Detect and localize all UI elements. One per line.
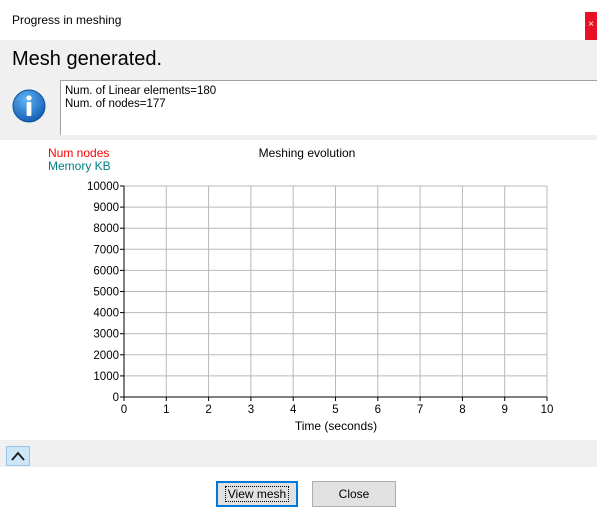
y-tick-label: 8000 xyxy=(93,223,119,235)
y-tick-label: 7000 xyxy=(93,244,119,256)
view-mesh-label: View mesh xyxy=(224,486,290,502)
legend-entry: Memory KB xyxy=(48,159,111,173)
close-icon: × xyxy=(588,19,594,30)
info-icon xyxy=(12,89,46,123)
x-tick-label: 9 xyxy=(501,404,507,416)
y-tick-label: 2000 xyxy=(93,350,119,362)
message-line: Num. of Linear elements=180 xyxy=(65,85,217,97)
x-tick-label: 4 xyxy=(290,404,297,416)
x-tick-label: 0 xyxy=(121,404,127,416)
y-tick-label: 5000 xyxy=(93,287,119,299)
y-tick-label: 9000 xyxy=(93,202,119,214)
close-window-button[interactable]: × xyxy=(585,12,597,40)
message-line: Num. of nodes=177 xyxy=(65,98,166,110)
view-mesh-button[interactable]: View mesh xyxy=(216,481,298,507)
x-tick-label: 5 xyxy=(332,404,338,416)
x-axis-label: Time (seconds) xyxy=(295,419,377,433)
message-box: Num. of Linear elements=180 Num. of node… xyxy=(60,80,597,135)
x-tick-label: 8 xyxy=(459,404,465,416)
close-button[interactable]: Close xyxy=(312,481,396,507)
y-tick-label: 0 xyxy=(113,392,119,404)
chart-title: Meshing evolution xyxy=(259,146,356,160)
x-tick-label: 6 xyxy=(375,404,381,416)
y-tick-label: 1000 xyxy=(93,371,119,383)
collapse-button[interactable] xyxy=(6,446,30,466)
legend-entry: Num nodes xyxy=(48,146,109,160)
chevron-up-icon xyxy=(11,451,25,461)
chart-svg: 0100020003000400050006000700080009000100… xyxy=(48,146,554,433)
title-bar: Progress in meshing × xyxy=(0,0,597,40)
x-tick-label: 3 xyxy=(248,404,254,416)
x-tick-label: 1 xyxy=(163,404,169,416)
meshing-evolution-chart: 0 1000 2000 3000 4000 5000 6000 7000 8000 9000 100… xyxy=(0,140,597,440)
y-tick-label: 3000 xyxy=(93,329,119,341)
y-tick-label: 4000 xyxy=(93,308,119,320)
y-tick-label: 10000 xyxy=(87,181,119,193)
x-tick-label: 7 xyxy=(417,404,423,416)
status-heading: Mesh generated. xyxy=(12,48,163,70)
dialog-panel: Mesh generated. Num. of Linear elements=… xyxy=(0,40,597,467)
x-tick-label: 2 xyxy=(205,404,211,416)
window-title: Progress in meshing xyxy=(12,13,122,27)
y-tick-label: 6000 xyxy=(93,265,119,277)
x-tick-label: 10 xyxy=(541,404,554,416)
